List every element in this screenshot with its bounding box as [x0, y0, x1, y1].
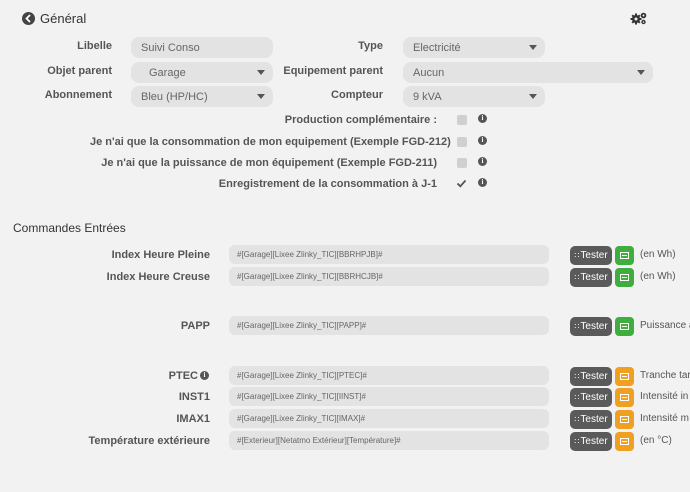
info-icon[interactable]: i [478, 136, 487, 145]
rss-icon: ∷ [574, 393, 580, 402]
command-label: Température extérieure [88, 435, 210, 447]
puissance-only-checkbox[interactable] [457, 158, 467, 168]
compteur-label: Compteur [331, 89, 383, 101]
section-title: Commandes Entrées [13, 221, 126, 235]
equipement-parent-value: Aucun [413, 66, 445, 79]
rss-icon: ∷ [574, 273, 580, 282]
back-arrow-icon[interactable] [22, 12, 35, 25]
chevron-down-icon [637, 70, 645, 75]
history-icon [620, 274, 629, 281]
rss-icon: ∷ [574, 322, 580, 331]
history-button[interactable] [615, 246, 634, 265]
type-value: Electricité [413, 41, 461, 54]
history-icon [620, 373, 629, 380]
unit-text: Intensité in [640, 391, 689, 402]
objet-parent-label: Objet parent [47, 65, 112, 77]
option-label: Je n'ai que la consommation de mon equip… [90, 136, 451, 148]
command-input[interactable]: #[Exterieur][Netatmo Extérieur][Températ… [229, 431, 549, 450]
tester-button[interactable]: ∷ Tester [570, 388, 612, 407]
libelle-label: Libelle [77, 40, 112, 52]
compteur-select[interactable]: 9 kVA [403, 86, 545, 107]
abonnement-label: Abonnement [44, 89, 112, 101]
tester-label: Tester [580, 414, 608, 425]
unit-text: Tranche tar [640, 370, 690, 381]
history-button[interactable] [615, 268, 634, 287]
unit-text: Intensité m [640, 413, 689, 424]
objet-parent-select[interactable]: Garage [131, 62, 273, 83]
tester-button[interactable]: ∷ Tester [570, 246, 612, 265]
consommation-only-checkbox[interactable] [457, 137, 467, 147]
check-icon [456, 179, 467, 188]
history-button[interactable] [615, 388, 634, 407]
equipement-parent-label: Equipement parent [283, 65, 383, 77]
history-icon [620, 438, 629, 445]
compteur-value: 9 kVA [413, 90, 442, 103]
unit-text: Puissance a [640, 320, 690, 331]
info-icon[interactable]: i [478, 157, 487, 166]
abonnement-value: Bleu (HP/HC) [141, 90, 208, 103]
info-icon[interactable]: i [478, 114, 487, 123]
option-label: Production complémentaire : [284, 114, 437, 126]
chevron-down-icon [257, 70, 265, 75]
tester-button[interactable]: ∷ Tester [570, 317, 612, 336]
libelle-input[interactable]: Suivi Conso [131, 37, 273, 58]
rss-icon: ∷ [574, 437, 580, 446]
history-icon [620, 252, 629, 259]
history-button[interactable] [615, 410, 634, 429]
type-label: Type [358, 40, 383, 52]
info-icon[interactable]: i [478, 178, 487, 187]
tester-label: Tester [580, 436, 608, 447]
command-label: PTEC [168, 370, 198, 382]
tester-button[interactable]: ∷ Tester [570, 268, 612, 287]
tester-label: Tester [580, 250, 608, 261]
rss-icon: ∷ [574, 415, 580, 424]
page-title: Général [40, 11, 87, 26]
command-input[interactable]: #[Garage][Lixee Zlinky_TIC][PTEC]# [229, 366, 549, 385]
tester-label: Tester [580, 321, 608, 332]
history-button[interactable] [615, 317, 634, 336]
tester-button[interactable]: ∷ Tester [570, 367, 612, 386]
abonnement-select[interactable]: Bleu (HP/HC) [131, 86, 273, 107]
type-select[interactable]: Electricité [403, 37, 545, 58]
command-label: INST1 [178, 391, 210, 403]
rss-icon: ∷ [574, 372, 580, 381]
command-label: Index Heure Pleine [111, 249, 210, 261]
command-input[interactable]: #[Garage][Lixee Zlinky_TIC][IINST]# [229, 387, 549, 406]
history-icon [620, 394, 629, 401]
tester-button[interactable]: ∷ Tester [570, 410, 612, 429]
history-icon [620, 323, 629, 330]
chevron-down-icon [257, 94, 265, 99]
history-icon [620, 416, 629, 423]
command-label: PAPP [180, 320, 210, 332]
unit-text: (en Wh) [640, 249, 676, 260]
unit-text: (en °C) [640, 435, 672, 446]
command-label: Index Heure Creuse [106, 271, 210, 283]
objet-parent-value: Garage [149, 66, 186, 79]
chevron-down-icon [529, 94, 537, 99]
command-input[interactable]: #[Garage][Lixee Zlinky_TIC][PAPP]# [229, 316, 549, 335]
rss-icon: ∷ [574, 251, 580, 260]
equipement-parent-select[interactable]: Aucun [403, 62, 653, 83]
command-input[interactable]: #[Garage][Lixee Zlinky_TIC][BBRHCJB]# [229, 267, 549, 286]
gears-icon[interactable] [630, 11, 648, 25]
command-input[interactable]: #[Garage][Lixee Zlinky_TIC][IMAX]# [229, 409, 549, 428]
tester-button[interactable]: ∷ Tester [570, 432, 612, 451]
command-label: IMAX1 [176, 413, 210, 425]
chevron-down-icon [529, 45, 537, 50]
info-icon[interactable]: i [200, 371, 209, 380]
option-label: Je n'ai que la puissance de mon équipeme… [101, 157, 437, 169]
option-label: Enregistrement de la consommation à J-1 [218, 178, 437, 190]
production-checkbox[interactable] [457, 115, 467, 125]
unit-text: (en Wh) [640, 271, 676, 282]
j-1-checkbox[interactable] [456, 178, 467, 188]
tester-label: Tester [580, 371, 608, 382]
history-button[interactable] [615, 432, 634, 451]
tester-label: Tester [580, 272, 608, 283]
history-button[interactable] [615, 367, 634, 386]
tester-label: Tester [580, 392, 608, 403]
command-input[interactable]: #[Garage][Lixee Zlinky_TIC][BBRHPJB]# [229, 245, 549, 264]
